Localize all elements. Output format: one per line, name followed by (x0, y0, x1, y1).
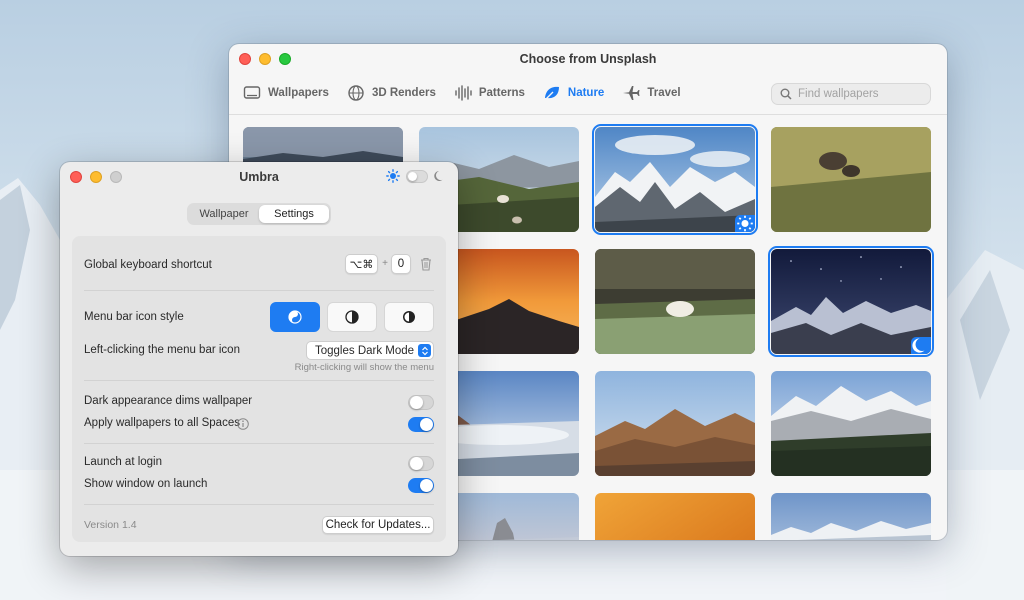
settings-panel: Global keyboard shortcut ⌥⌘ + 0 Menu bar… (72, 236, 446, 542)
section-divider (84, 290, 434, 291)
wallpaper-thumbnail[interactable] (595, 249, 755, 354)
category-label: 3D Renders (371, 87, 436, 99)
section-divider (84, 443, 434, 444)
wallpaper-thumbnail[interactable] (771, 127, 931, 232)
category-nature[interactable]: Nature (543, 84, 604, 102)
moon-icon (912, 338, 925, 353)
category-label: Patterns (478, 87, 525, 99)
light-mode-badge (735, 215, 755, 232)
all-spaces-row: Apply wallpapers to all Spaces (84, 417, 434, 432)
popup-value: Toggles Dark Mode (315, 344, 415, 357)
leaf-icon (544, 86, 559, 101)
launch-login-label: Launch at login (84, 456, 163, 468)
toolbar-divider (229, 114, 947, 115)
all-spaces-toggle[interactable] (408, 417, 434, 432)
left-click-row: Left-clicking the menu bar icon Toggles … (84, 341, 434, 360)
dark-mode-badge (911, 337, 931, 354)
dims-row: Dark appearance dims wallpaper (84, 395, 434, 410)
show-window-toggle[interactable] (408, 478, 434, 493)
shortcut-row: Global keyboard shortcut ⌥⌘ + 0 (84, 254, 434, 276)
left-click-popup[interactable]: Toggles Dark Mode (306, 341, 434, 360)
icon-style-row: Menu bar icon style (84, 302, 434, 334)
category-label: Wallpapers (268, 87, 329, 99)
trash-icon[interactable] (420, 257, 432, 271)
window-title: Choose from Unsplash (519, 52, 657, 66)
yin-yang-icon (288, 310, 302, 324)
wallpaper-thumbnail[interactable] (595, 493, 755, 540)
tab-wallpaper[interactable]: Wallpaper (189, 205, 259, 223)
appearance-toggle-group (386, 169, 446, 183)
category-bar: Wallpapers 3D Renders Patterns Nature Tr… (243, 84, 681, 102)
globe-icon (348, 85, 364, 101)
category-label: Travel (647, 87, 681, 99)
hint-row: Right-clicking will show the menu (84, 362, 434, 374)
wallpaper-thumbnail[interactable] (771, 493, 931, 540)
section-divider (84, 380, 434, 381)
wallpaper-thumbnail[interactable] (595, 371, 755, 476)
tab-switcher: Wallpaper Settings (187, 203, 331, 225)
airplane-icon (623, 86, 640, 100)
appearance-toggle[interactable] (406, 169, 428, 183)
category-3d-renders[interactable]: 3D Renders (347, 84, 436, 102)
show-window-label: Show window on launch (84, 478, 208, 490)
search-input[interactable] (798, 88, 918, 100)
dims-label: Dark appearance dims wallpaper (84, 395, 253, 407)
check-updates-button[interactable]: Check for Updates... (322, 516, 434, 534)
info-icon[interactable] (237, 418, 249, 430)
umbra-window: Umbra Wallpaper Settings Global keyboard… (60, 162, 458, 556)
wallpaper-thumbnail-selected[interactable] (768, 246, 934, 357)
launch-login-toggle[interactable] (408, 456, 434, 471)
launch-login-row: Launch at login (84, 456, 434, 471)
right-click-hint: Right-clicking will show the menu (294, 362, 434, 373)
moon-icon (434, 171, 443, 181)
wallpaper-thumbnail-selected[interactable] (592, 124, 758, 235)
search-icon (780, 88, 792, 100)
category-label: Nature (567, 87, 605, 99)
shortcut-label: Global keyboard shortcut (84, 259, 212, 271)
icon-style-option-yinyang[interactable] (270, 302, 320, 332)
waveform-icon (455, 85, 472, 101)
sun-icon (386, 169, 400, 183)
sun-icon (737, 215, 753, 232)
unsplash-titlebar: Choose from Unsplash (229, 44, 947, 74)
tab-settings[interactable]: Settings (259, 205, 329, 223)
icon-style-option-contrast[interactable] (384, 302, 434, 332)
wallpaper-thumbnail[interactable] (771, 371, 931, 476)
half-circle-icon (345, 310, 359, 324)
key-button[interactable]: 0 (391, 254, 411, 274)
icon-style-option-half[interactable] (327, 302, 377, 332)
icon-style-label: Menu bar icon style (84, 311, 184, 323)
modifier-keys-button[interactable]: ⌥⌘ (345, 254, 378, 274)
search-field[interactable] (771, 83, 931, 105)
category-wallpapers[interactable]: Wallpapers (243, 84, 329, 102)
category-patterns[interactable]: Patterns (454, 84, 525, 102)
show-window-row: Show window on launch (84, 478, 434, 493)
dims-toggle[interactable] (408, 395, 434, 410)
footer-row: Version 1.4 Check for Updates... (84, 516, 434, 534)
monitor-icon (243, 86, 261, 99)
plus-sign: + (382, 258, 388, 269)
contrast-icon (403, 311, 415, 323)
section-divider (84, 504, 434, 505)
chevron-updown-icon (418, 344, 431, 357)
version-label: Version 1.4 (84, 519, 137, 531)
all-spaces-label: Apply wallpapers to all Spaces (84, 417, 240, 429)
left-click-label: Left-clicking the menu bar icon (84, 344, 240, 356)
category-travel[interactable]: Travel (622, 84, 681, 102)
